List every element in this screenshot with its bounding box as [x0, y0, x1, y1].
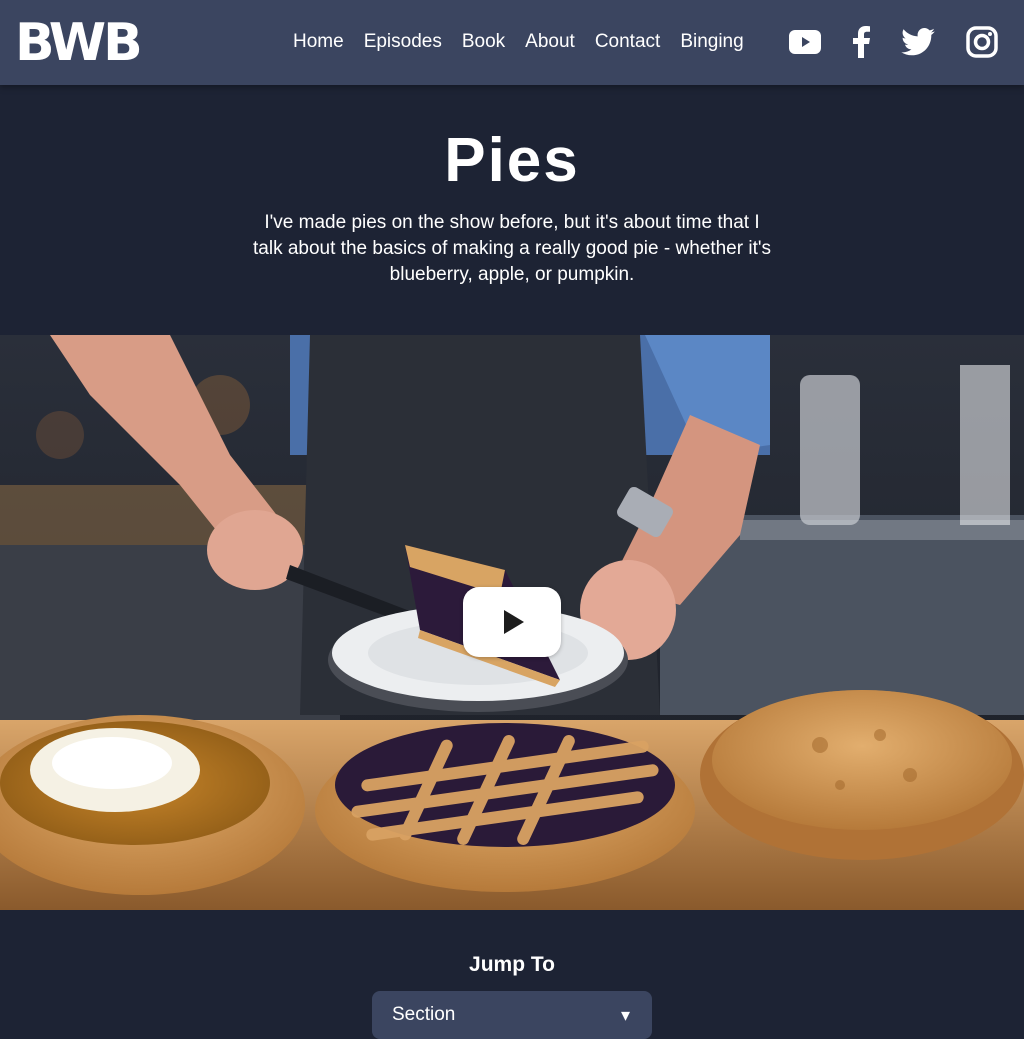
intro-text: I've made pies on the show before, but i…	[253, 212, 771, 285]
video-thumbnail[interactable]	[0, 335, 1024, 910]
site-header: BWB Home Episodes Book About Contact Bin…	[0, 0, 1024, 85]
nav-link-about[interactable]: About	[525, 29, 575, 55]
nav-link-book[interactable]: Book	[462, 29, 505, 55]
youtube-icon	[789, 30, 821, 54]
section-select-value: Section	[392, 1004, 456, 1025]
main-nav: Home Episodes Book About Contact Binging	[293, 29, 744, 55]
nav-link-contact[interactable]: Contact	[595, 29, 660, 55]
site-logo[interactable]: BWB	[15, 17, 143, 69]
instagram-link[interactable]	[966, 24, 998, 60]
nav-link-home[interactable]: Home	[293, 29, 344, 55]
play-icon	[504, 610, 524, 634]
section-select[interactable]: Section ▾	[372, 991, 652, 1039]
youtube-link[interactable]	[789, 24, 821, 60]
facebook-link[interactable]	[850, 24, 872, 60]
twitter-link[interactable]	[901, 24, 935, 60]
page-title: Pies	[444, 126, 580, 195]
facebook-icon	[853, 26, 870, 58]
twitter-icon	[901, 28, 935, 56]
hero-section: Pies I've made pies on the show before, …	[0, 85, 1024, 335]
jump-to-section: Jump To Section ▾	[0, 910, 1024, 1039]
nav-link-episodes[interactable]: Episodes	[364, 29, 442, 55]
instagram-icon	[966, 26, 998, 58]
jump-to-title: Jump To	[469, 953, 555, 976]
nav-link-binging[interactable]: Binging	[680, 29, 743, 55]
play-button[interactable]	[463, 587, 561, 657]
